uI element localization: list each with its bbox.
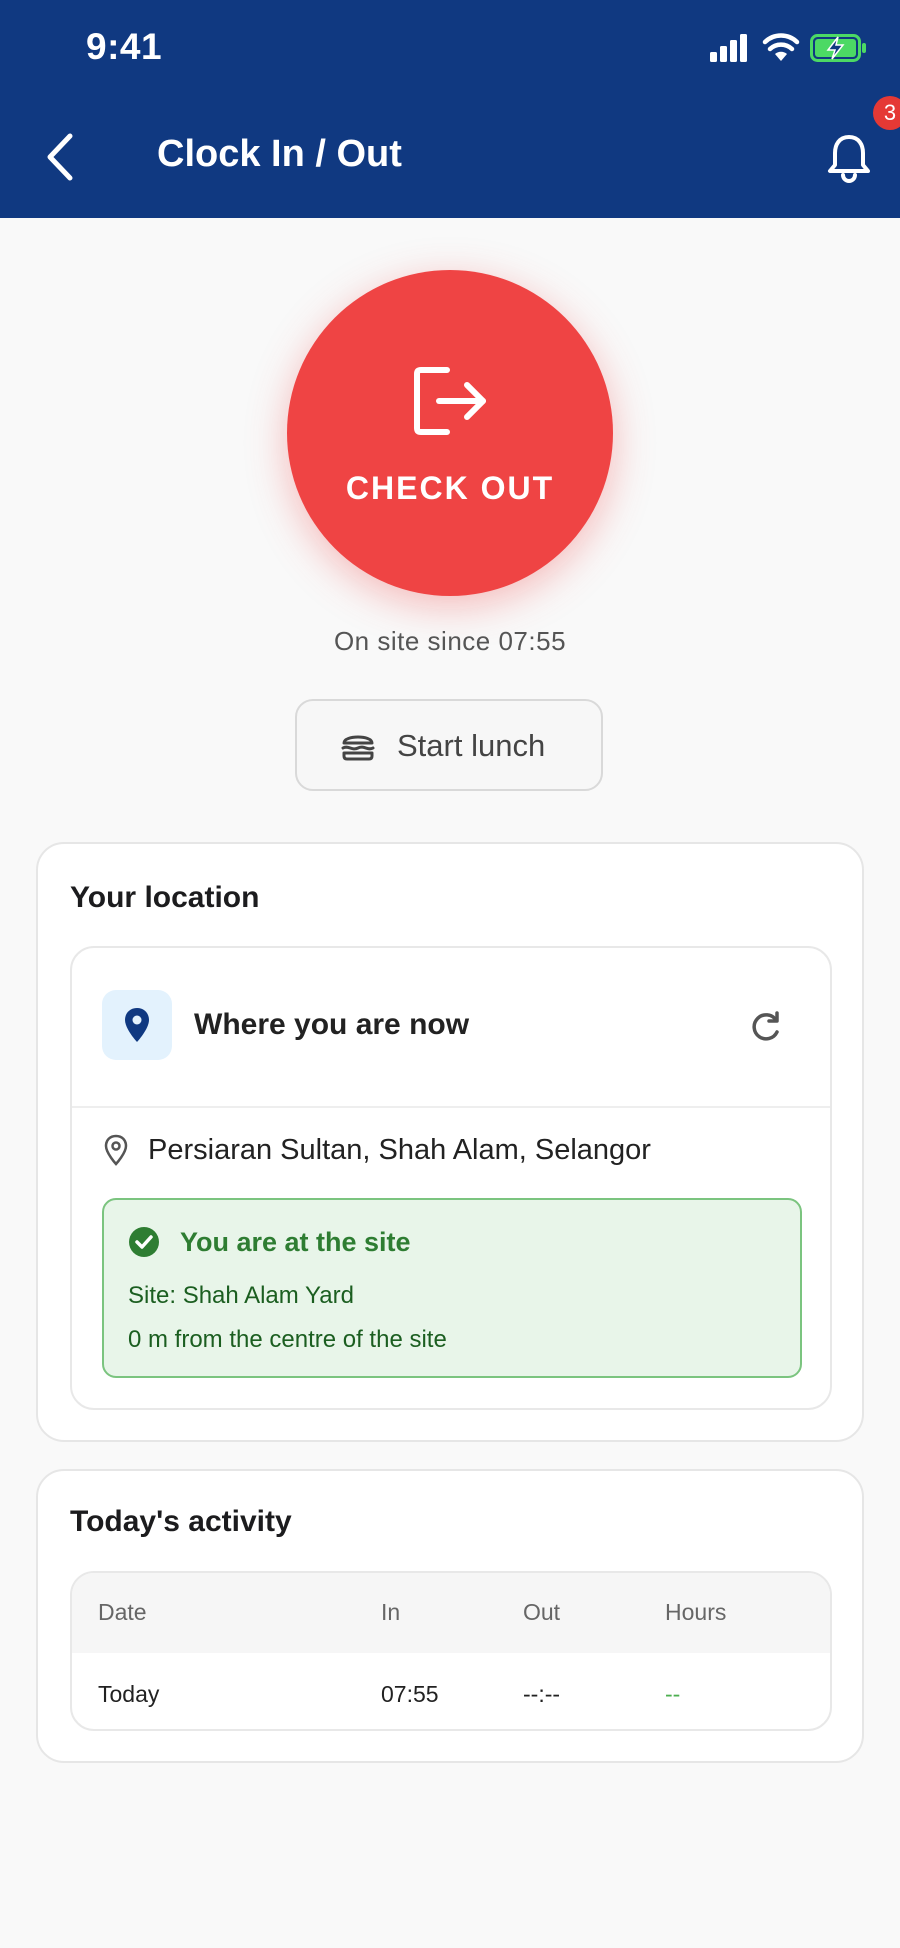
refresh-location-icon[interactable] bbox=[748, 1010, 782, 1044]
cell-out: --:-- bbox=[523, 1681, 561, 1707]
check-circle-icon bbox=[129, 1227, 159, 1257]
battery-charging-icon bbox=[810, 34, 866, 62]
app-header: 9:41 Clock In / Out 3 bbox=[0, 0, 900, 218]
site-name: Site: Shah Alam Yard bbox=[128, 1282, 354, 1309]
map-pin-icon bbox=[125, 1008, 149, 1042]
start-lunch-button[interactable]: Start lunch bbox=[295, 699, 603, 791]
column-header-out: Out bbox=[523, 1599, 561, 1625]
logout-icon bbox=[414, 367, 486, 435]
start-lunch-label: Start lunch bbox=[397, 728, 546, 763]
at-site-status: You are at the site bbox=[180, 1227, 411, 1257]
current-location-panel: Where you are now Persiaran Sultan, Shah… bbox=[70, 946, 832, 1410]
location-card-title: Your location bbox=[70, 881, 260, 914]
where-you-are-now-label: Where you are now bbox=[194, 1008, 470, 1041]
status-time: 9:41 bbox=[86, 26, 163, 67]
cell-hours: -- bbox=[665, 1681, 681, 1707]
activity-card: Today's activity Date In Out Hours Today… bbox=[36, 1469, 864, 1763]
page-title: Clock In / Out bbox=[157, 133, 402, 175]
column-header-date: Date bbox=[98, 1599, 147, 1625]
status-icons bbox=[670, 30, 900, 70]
table-header: Date In Out Hours bbox=[72, 1573, 830, 1653]
cell-date: Today bbox=[98, 1681, 160, 1707]
cell-in: 07:55 bbox=[381, 1681, 439, 1707]
site-distance: 0 m from the centre of the site bbox=[128, 1326, 447, 1353]
burger-icon bbox=[341, 735, 375, 761]
on-site-since-text: On site since 07:55 bbox=[333, 626, 567, 656]
wifi-icon bbox=[762, 33, 800, 61]
current-address: Persiaran Sultan, Shah Alam, Selangor bbox=[148, 1134, 651, 1166]
back-button[interactable] bbox=[40, 130, 80, 184]
location-outline-icon bbox=[104, 1134, 128, 1166]
at-site-status-box: You are at the site Site: Shah Alam Yard… bbox=[102, 1198, 802, 1378]
notification-badge: 3 bbox=[873, 96, 900, 130]
notification-bell-icon[interactable] bbox=[826, 132, 872, 184]
divider bbox=[72, 1106, 830, 1108]
check-out-button[interactable]: CHECK OUT bbox=[287, 270, 613, 596]
check-out-label: CHECK OUT bbox=[345, 470, 555, 506]
column-header-hours: Hours bbox=[665, 1599, 727, 1625]
column-header-in: In bbox=[381, 1599, 401, 1625]
signal-icon bbox=[710, 34, 747, 62]
activity-table: Date In Out Hours Today 07:55 --:-- -- bbox=[70, 1571, 832, 1731]
location-pin-badge bbox=[102, 990, 172, 1060]
location-card: Your location Where you are now Persiara… bbox=[36, 842, 864, 1442]
activity-card-title: Today's activity bbox=[70, 1505, 292, 1538]
